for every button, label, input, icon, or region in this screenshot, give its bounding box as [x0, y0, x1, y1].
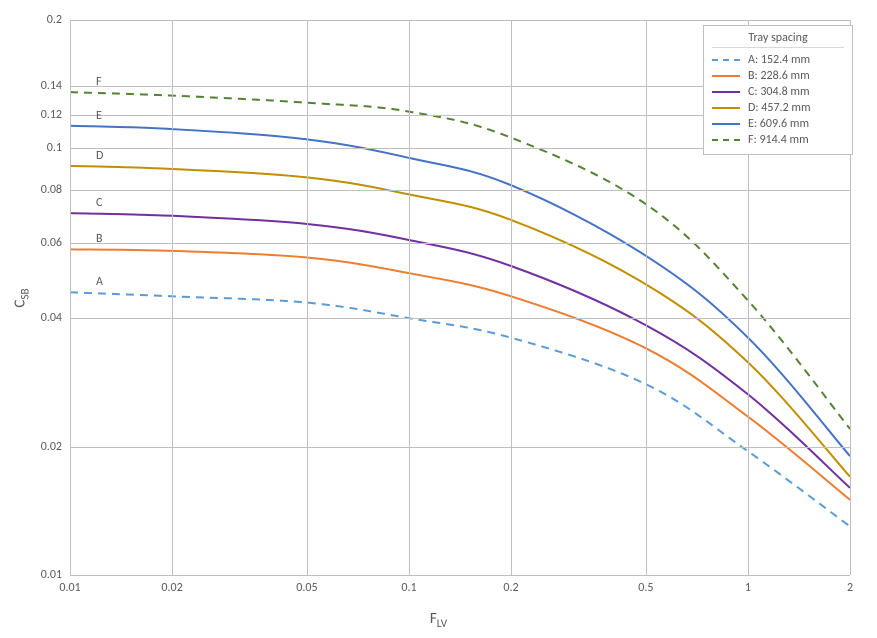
legend-item-E: E: 609.6 mm: [712, 116, 844, 132]
x-axis-title: FLV: [430, 610, 447, 631]
series-A: [70, 292, 850, 526]
x-tick-label: 2: [847, 581, 853, 595]
legend-label-F: F: 914.4 mm: [748, 133, 809, 147]
legend-label-B: B: 228.6 mm: [748, 69, 810, 83]
grid-vertical: [409, 20, 410, 575]
y-axis-title-sub: SB: [19, 288, 33, 299]
y-tick-label: 0.12: [41, 108, 62, 122]
y-tick-label: 0.06: [41, 236, 62, 250]
y-tick-label: 0.14: [41, 79, 62, 93]
y-tick-label: 0.1: [47, 141, 62, 155]
legend-swatch-E: [712, 123, 740, 125]
x-tick-label: 0.01: [59, 581, 80, 595]
x-tick-label: 0.5: [638, 581, 653, 595]
x-axis-title-sub: LV: [437, 617, 447, 631]
y-tick-label: 0.01: [41, 568, 62, 582]
grid-horizontal: [70, 190, 850, 191]
legend: Tray spacing A: 152.4 mm B: 228.6 mm C: 30…: [703, 25, 853, 155]
legend-item-F: F: 914.4 mm: [712, 132, 844, 148]
series-label-C: C: [96, 196, 102, 210]
grid-horizontal: [70, 243, 850, 244]
y-axis-title-main: C: [12, 299, 30, 307]
grid-vertical: [307, 20, 308, 575]
legend-swatch-D: [712, 107, 740, 109]
y-tick-label: 0.04: [41, 311, 62, 325]
legend-swatch-F: [712, 139, 740, 141]
x-tick-label: 0.05: [296, 581, 317, 595]
series-D: [70, 166, 850, 477]
legend-item-D: D: 457.2 mm: [712, 100, 844, 116]
series-label-D: D: [96, 149, 103, 163]
x-tick-label: 0.2: [503, 581, 518, 595]
series-label-E: E: [96, 109, 102, 123]
x-tick-label: 1: [745, 581, 751, 595]
grid-vertical: [70, 20, 71, 575]
grid-horizontal: [70, 575, 850, 576]
legend-label-A: A: 152.4 mm: [748, 53, 810, 67]
grid-vertical: [646, 20, 647, 575]
legend-item-C: C: 304.8 mm: [712, 84, 844, 100]
legend-rows: A: 152.4 mm B: 228.6 mm C: 304.8 mm D: 457.…: [712, 52, 844, 148]
legend-label-C: C: 304.8 mm: [748, 85, 810, 99]
y-axis-title: CSB: [12, 288, 33, 307]
series-label-B: B: [96, 232, 103, 246]
legend-swatch-C: [712, 91, 740, 93]
grid-horizontal: [70, 318, 850, 319]
grid-horizontal: [70, 20, 850, 21]
legend-item-A: A: 152.4 mm: [712, 52, 844, 68]
series-label-F: F: [96, 75, 102, 89]
x-tick-label: 0.02: [161, 581, 182, 595]
legend-title: Tray spacing: [712, 30, 844, 48]
y-tick-label: 0.08: [41, 183, 62, 197]
y-tick-label: 0.2: [47, 13, 62, 27]
grid-vertical: [511, 20, 512, 575]
series-B: [70, 249, 850, 500]
grid-vertical: [172, 20, 173, 575]
legend-swatch-B: [712, 75, 740, 77]
legend-label-E: E: 609.6 mm: [748, 117, 809, 131]
x-axis-title-main: F: [430, 610, 437, 628]
legend-label-D: D: 457.2 mm: [748, 101, 811, 115]
legend-item-B: B: 228.6 mm: [712, 68, 844, 84]
legend-swatch-A: [712, 59, 740, 61]
x-tick-label: 0.1: [401, 581, 416, 595]
grid-horizontal: [70, 447, 850, 448]
chart-root: 0.01 0.02 0.05 0.1 0.2 0.5 1 2 0.01 0.02 0.04 0.06 0…: [0, 0, 877, 638]
y-tick-label: 0.02: [41, 440, 62, 454]
series-label-A: A: [96, 275, 103, 289]
